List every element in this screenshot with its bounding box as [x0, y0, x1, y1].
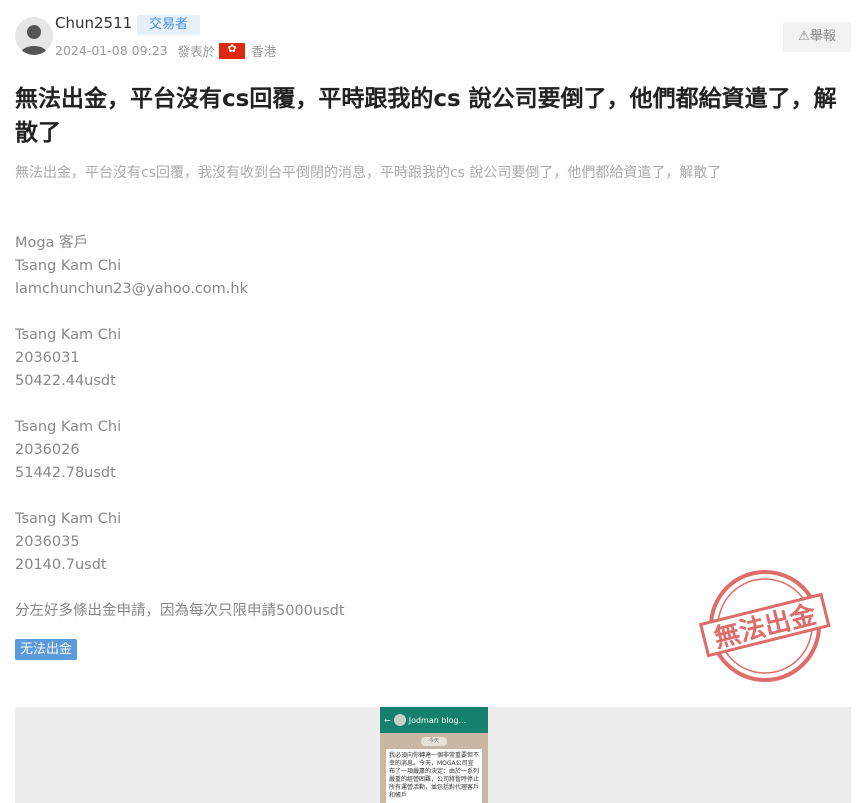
body-line: 51442.78usdt — [15, 465, 116, 481]
author-name[interactable]: Chun2511 — [55, 14, 132, 32]
back-arrow-icon: ← — [384, 715, 391, 725]
stamp-icon: 無法出金 — [698, 570, 831, 682]
avatar[interactable] — [15, 17, 53, 55]
body-block: Tsang Kam Chi 2036026 51442.78usdt — [15, 416, 345, 485]
body-block: Moga 客戶 Tsang Kam Chi lamchunchun23@yaho… — [15, 232, 345, 301]
report-button[interactable]: ⚠舉報 — [783, 22, 851, 52]
body-line: Tsang Kam Chi — [15, 258, 122, 274]
chat-message: 我必須向你轉達一個非常重要但不幸的消息。今天，MOGA公司宣布了一項嚴肅的決定：… — [386, 749, 482, 803]
body-block: Tsang Kam Chi 2036035 20140.7usdt — [15, 508, 345, 577]
body-line: 20140.7usdt — [15, 557, 107, 573]
user-silhouette-icon — [20, 25, 48, 55]
post-page: Chun2511 交易者 2024-01-08 09:23 發表於 香港 ⚠舉報… — [0, 0, 865, 803]
email-text: lamchunchun23@yahoo.com.hk — [15, 281, 248, 297]
post-meta: 2024-01-08 09:23 發表於 香港 — [55, 41, 276, 60]
body-line: Tsang Kam Chi — [15, 327, 122, 343]
body-line: 50422.44usdt — [15, 373, 116, 389]
body-closing: 分左好多條出金申請，因為每次只限申請5000usdt — [15, 600, 345, 623]
posted-in-label: 發表於 — [177, 44, 216, 59]
post-title: 無法出金，平台沒有cs回覆，平時跟我的cs 說公司要倒了，他們都給資遣了，解散了 — [15, 86, 837, 146]
post-summary: 無法出金，平台沒有cs回覆，我沒有收到台平倒閉的消息，平時跟我的cs 說公司要倒… — [15, 165, 722, 181]
chat-header: ← Jodman blog... — [380, 707, 488, 733]
role-badge: 交易者 — [137, 15, 201, 35]
tag-label[interactable]: 无法出金 — [15, 639, 78, 660]
chat-name: Jodman blog... — [408, 715, 467, 725]
body-line: Tsang Kam Chi — [15, 419, 122, 435]
body-line: 2036026 — [15, 442, 80, 458]
body-line: Tsang Kam Chi — [15, 511, 122, 527]
post-body: Moga 客戶 Tsang Kam Chi lamchunchun23@yaho… — [15, 232, 345, 646]
hong-kong-flag-icon — [219, 42, 246, 59]
date-pill: 今天 — [421, 737, 447, 746]
chat-avatar — [393, 714, 406, 726]
body-line: 2036031 — [15, 350, 80, 366]
body-block: Tsang Kam Chi 2036031 50422.44usdt — [15, 324, 345, 393]
region-label: 香港 — [251, 44, 277, 59]
date-pill-text: 今天 — [428, 738, 439, 744]
body-line: Moga 客戶 — [15, 235, 89, 251]
body-line: 2036035 — [15, 534, 80, 550]
body-line: 分左好多條出金申請，因為每次只限申請5000usdt — [15, 603, 345, 619]
post-time: 2024-01-08 09:23 — [55, 43, 168, 58]
chat-screenshot[interactable]: ← Jodman blog... 今天 我必須向你轉達一個非常重要但不幸的消息。… — [380, 707, 488, 803]
